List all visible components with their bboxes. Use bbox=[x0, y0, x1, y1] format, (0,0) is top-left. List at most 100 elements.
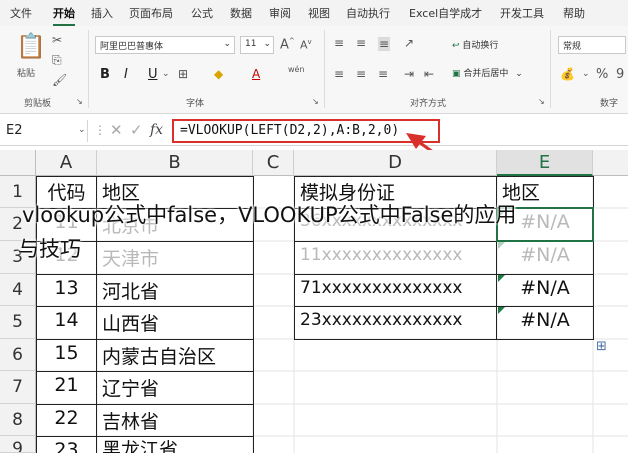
outdent-icon[interactable]: ⇤ bbox=[424, 68, 434, 80]
menu-bar: 文件 开始 插入 页面布局 公式 数据 审阅 视图 自动执行 Excel自学成才… bbox=[0, 0, 628, 26]
overlay-caption: vlookup公式中false，VLOOKUP公式中False的应用 与技巧 bbox=[0, 198, 628, 266]
more-options-icon[interactable]: ⋮ bbox=[94, 124, 106, 136]
menu-file[interactable]: 文件 bbox=[10, 5, 32, 21]
chevron-down-icon[interactable]: ⌄ bbox=[78, 126, 86, 135]
percent-button[interactable]: % bbox=[596, 68, 608, 81]
align-bottom-icon[interactable]: ≡ bbox=[378, 37, 391, 51]
column-header-d[interactable]: D bbox=[294, 150, 497, 176]
table-row-line bbox=[36, 371, 254, 372]
column-header-b[interactable]: B bbox=[97, 150, 253, 176]
comma-button[interactable]: 9 bbox=[616, 68, 624, 81]
indent-icon[interactable]: ⇥ bbox=[404, 68, 414, 80]
menu-view[interactable]: 视图 bbox=[308, 5, 330, 21]
table-row-line bbox=[36, 339, 254, 340]
cell-a4[interactable]: 13 bbox=[37, 277, 96, 299]
table-row-line bbox=[36, 404, 254, 405]
column-header-c[interactable]: C bbox=[253, 150, 294, 176]
cell-b7[interactable]: 辽宁省 bbox=[97, 374, 253, 401]
font-name-select[interactable]: 阿里巴巴普惠体 ⌄ bbox=[95, 36, 235, 54]
row-header-6[interactable]: 6 bbox=[0, 339, 36, 371]
cell-b5[interactable]: 山西省 bbox=[97, 309, 253, 336]
row-header-7[interactable]: 7 bbox=[0, 371, 36, 404]
cell-b4[interactable]: 河北省 bbox=[97, 277, 253, 304]
cell-b6[interactable]: 内蒙古自治区 bbox=[97, 342, 253, 369]
dialog-launcher-icon[interactable]: ↘ bbox=[76, 98, 83, 106]
column-header-f[interactable] bbox=[593, 150, 628, 176]
menu-automate[interactable]: 自动执行 bbox=[346, 5, 390, 21]
bold-button[interactable]: B bbox=[100, 68, 110, 81]
cut-icon[interactable]: ✂ bbox=[52, 34, 62, 46]
cell-d5[interactable]: 23xxxxxxxxxxxxxx bbox=[295, 310, 496, 330]
menu-review[interactable]: 审阅 bbox=[269, 5, 291, 21]
align-right-icon[interactable]: ≡ bbox=[378, 68, 388, 80]
menu-help[interactable]: 帮助 bbox=[563, 5, 585, 21]
column-header-e[interactable]: E bbox=[497, 150, 593, 176]
cell-e4[interactable]: #N/A bbox=[498, 277, 592, 299]
name-box[interactable]: E2 bbox=[2, 120, 88, 142]
align-middle-icon[interactable]: ≡ bbox=[356, 37, 366, 49]
menu-excel-self-study[interactable]: Excel自学成才 bbox=[409, 5, 482, 21]
menu-insert[interactable]: 插入 bbox=[91, 5, 113, 21]
insert-function-icon[interactable]: fx bbox=[150, 123, 163, 137]
paste-button[interactable]: 📋 粘贴 bbox=[10, 32, 46, 82]
table-row-line bbox=[36, 274, 254, 275]
phonetic-icon[interactable]: wén bbox=[288, 66, 305, 74]
cell-a8[interactable]: 22 bbox=[37, 407, 96, 429]
row-header-9[interactable]: 9 bbox=[0, 436, 36, 453]
menu-page-layout[interactable]: 页面布局 bbox=[129, 5, 173, 21]
align-left-icon[interactable]: ≡ bbox=[334, 68, 344, 80]
chevron-down-icon[interactable]: ⌄ bbox=[582, 70, 590, 79]
copy-icon[interactable]: ⎘ bbox=[52, 54, 62, 66]
cell-a7[interactable]: 21 bbox=[37, 374, 96, 396]
grow-font-glyph: A bbox=[280, 37, 289, 53]
align-top-icon[interactable]: ≡ bbox=[334, 37, 344, 49]
row-header-4[interactable]: 4 bbox=[0, 274, 36, 306]
align-center-icon[interactable]: ≡ bbox=[356, 68, 366, 80]
row-header-8[interactable]: 8 bbox=[0, 404, 36, 436]
menu-formulas[interactable]: 公式 bbox=[191, 5, 213, 21]
grow-font-icon[interactable]: A^ bbox=[280, 37, 295, 53]
cell-d4[interactable]: 71xxxxxxxxxxxxxx bbox=[295, 278, 496, 298]
menu-data[interactable]: 数据 bbox=[230, 5, 252, 21]
menu-home[interactable]: 开始 bbox=[53, 5, 75, 26]
font-color-icon[interactable]: A bbox=[252, 68, 260, 80]
ribbon: 📋 粘贴 ✂ ⎘ 🖌 剪贴板 ↘ 阿里巴巴普惠体 ⌄ 11 ⌄ A^ Av B … bbox=[0, 26, 628, 114]
worksheet-grid: A B C D E 1 2 3 4 5 6 7 8 9 代码 地区 模拟身份证 … bbox=[0, 150, 628, 453]
orientation-icon[interactable]: ↗ bbox=[404, 37, 414, 49]
chevron-down-icon: ⌄ bbox=[223, 39, 231, 49]
menu-developer[interactable]: 开发工具 bbox=[500, 5, 544, 21]
currency-icon[interactable]: 💰 bbox=[560, 68, 575, 80]
dialog-launcher-icon[interactable]: ↘ bbox=[538, 98, 545, 106]
merge-center-button[interactable]: ▣ 合并后居中 ⌄ bbox=[452, 66, 523, 79]
cell-e5[interactable]: #N/A bbox=[498, 309, 592, 331]
wrap-text-button[interactable]: ↩ 自动换行 bbox=[452, 38, 498, 51]
number-format-select[interactable]: 常规 bbox=[558, 36, 626, 54]
italic-button[interactable]: I bbox=[124, 68, 128, 81]
fill-color-icon[interactable]: ◆ bbox=[214, 68, 223, 80]
dialog-launcher-icon[interactable]: ↘ bbox=[312, 98, 319, 106]
chevron-down-icon[interactable]: ⌄ bbox=[162, 70, 170, 79]
column-header-a[interactable]: A bbox=[36, 150, 97, 176]
select-all-corner[interactable] bbox=[0, 150, 36, 176]
shrink-font-glyph: A bbox=[300, 38, 308, 52]
cell-a6[interactable]: 15 bbox=[37, 342, 96, 364]
shrink-font-icon[interactable]: Av bbox=[300, 39, 312, 51]
chevron-down-icon: ⌄ bbox=[263, 39, 271, 49]
cell-a5[interactable]: 14 bbox=[37, 309, 96, 331]
confirm-icon[interactable]: ✓ bbox=[130, 123, 143, 138]
underline-button[interactable]: U bbox=[148, 68, 158, 81]
paste-label: 粘贴 bbox=[17, 69, 36, 79]
cancel-icon[interactable]: ✕ bbox=[110, 123, 123, 138]
number-group-label: 数字 bbox=[600, 99, 619, 109]
phonetic-glyph: wén bbox=[288, 65, 305, 74]
font-size-select[interactable]: 11 ⌄ bbox=[240, 36, 274, 54]
row-header-5[interactable]: 5 bbox=[0, 306, 36, 339]
cell-b8[interactable]: 吉林省 bbox=[97, 407, 253, 434]
format-painter-icon[interactable]: 🖌 bbox=[52, 74, 67, 86]
wrap-text-icon: ↩ bbox=[452, 41, 460, 51]
error-indicator-icon bbox=[498, 275, 505, 282]
border-icon[interactable]: ⊞ bbox=[178, 68, 188, 80]
quick-analysis-icon[interactable]: ⊞ bbox=[596, 340, 607, 353]
cell-a9[interactable]: 23 bbox=[37, 438, 96, 453]
cell-b9[interactable]: 黑龙江省 bbox=[97, 438, 253, 453]
